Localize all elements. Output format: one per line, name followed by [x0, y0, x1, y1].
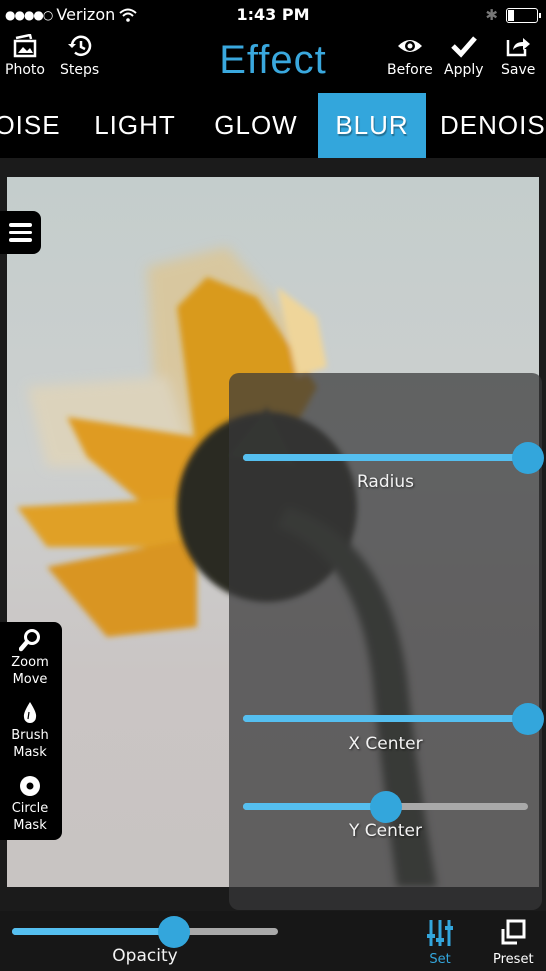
battery-level [508, 9, 514, 21]
tab-light[interactable]: LIGHT [88, 93, 182, 158]
set-label: Set [429, 952, 451, 967]
hamburger-line [9, 223, 32, 227]
tool-label: Zoom [11, 655, 49, 670]
tab-blur[interactable]: BLUR [318, 93, 426, 158]
opacity-label: Opacity [112, 946, 178, 966]
status-bar: ●●●●○ Verizon 1:43 PM ✱ [0, 0, 546, 30]
tab-noise[interactable]: OISE [0, 93, 60, 158]
droplet-icon [23, 702, 37, 723]
preset-label: Preset [493, 952, 534, 967]
hamburger-line [9, 230, 32, 235]
save-button[interactable]: Save [501, 34, 535, 78]
tab-glow[interactable]: GLOW [207, 93, 305, 158]
preset-icon [501, 919, 526, 945]
slider-fill [243, 803, 386, 810]
slider-fill [243, 454, 528, 461]
tab-denoise[interactable]: DENOIS [440, 93, 546, 158]
magnifier-icon [19, 629, 40, 652]
brush-mask-tool[interactable]: Brush Mask [0, 701, 60, 761]
slider-fill [243, 715, 528, 722]
apply-button[interactable]: Apply [444, 34, 484, 78]
app-header: Photo Steps Effect Before Apply Save [0, 30, 546, 92]
checkmark-icon [450, 36, 477, 58]
y-center-slider[interactable] [243, 790, 528, 824]
circle-mask-icon [20, 776, 40, 796]
slider-thumb[interactable] [512, 703, 544, 735]
apply-label: Apply [444, 62, 484, 78]
before-label: Before [387, 62, 433, 78]
radius-label: Radius [356, 472, 414, 492]
before-button[interactable]: Before [387, 34, 433, 78]
slider-thumb[interactable] [369, 791, 402, 823]
effect-tabs: OISE LIGHT GLOW BLUR DENOIS [0, 93, 546, 158]
slider-thumb[interactable] [512, 442, 544, 474]
y-center-label: Y Center [348, 821, 422, 841]
hamburger-line [9, 238, 32, 242]
bluetooth-icon: ✱ [485, 6, 498, 24]
tool-label: Circle [11, 801, 49, 816]
opacity-slider[interactable] [12, 915, 278, 949]
tool-label: Brush [11, 728, 49, 743]
tool-label: Mask [13, 818, 47, 833]
radius-slider[interactable] [243, 441, 544, 475]
x-center-label: X Center [348, 734, 423, 754]
eye-icon [397, 40, 422, 52]
save-label: Save [501, 62, 536, 78]
status-time: 1:43 PM [236, 5, 310, 24]
slider-fill [12, 928, 175, 935]
preset-button[interactable]: Preset [493, 918, 534, 967]
zoom-move-tool[interactable]: Zoom Move [0, 628, 60, 688]
tool-palette: Zoom Move Brush Mask Circle Mask [0, 622, 62, 840]
x-center-slider[interactable] [243, 702, 544, 736]
slider-thumb[interactable] [158, 916, 191, 948]
tool-label: Move [12, 672, 48, 687]
share-icon [506, 38, 531, 57]
tool-label: Mask [13, 745, 47, 760]
sliders-icon [427, 920, 453, 946]
menu-button[interactable] [0, 211, 41, 254]
circle-mask-tool[interactable]: Circle Mask [0, 774, 60, 834]
battery-icon [506, 7, 541, 23]
set-button[interactable]: Set [425, 918, 455, 967]
